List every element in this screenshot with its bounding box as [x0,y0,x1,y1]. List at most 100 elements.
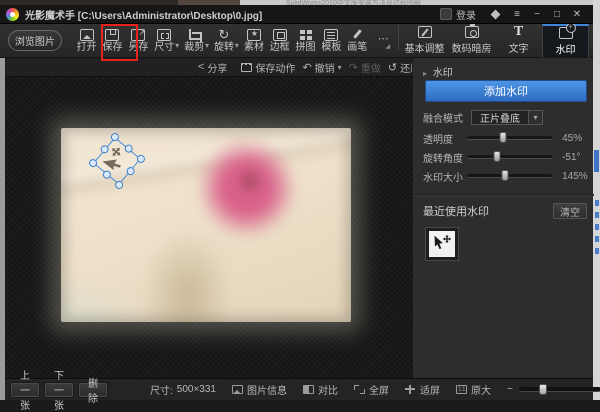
original-size-button[interactable]: 1:1 原大 [456,382,491,397]
compare-button[interactable]: 对比 [303,382,338,397]
background-blue-links [595,200,599,260]
brush-icon [350,29,364,41]
watermark-size-value: 145% [562,170,588,182]
opacity-slider[interactable] [467,132,553,143]
share-button[interactable]: < 分享 [198,60,227,75]
panel-divider [413,194,594,195]
blend-mode-row: 融合模式 正片叠底 ▾ [423,110,543,125]
crop-button[interactable]: 裁剪 [181,25,207,57]
minimize-button[interactable]: − [527,9,547,20]
canvas-area[interactable] [0,77,412,378]
login-button[interactable]: 登录 [440,7,476,22]
collapse-triangle-icon[interactable]: ▸ [423,69,427,78]
undo-icon: ↶ [302,61,312,74]
rotation-row: 旋转角度 -51° [423,150,591,165]
more-tools-button[interactable]: ⋯ [370,25,396,57]
material-icon [246,28,261,41]
tab-basic-adjust[interactable]: 基本调整 [401,24,448,58]
watermark-size-slider[interactable] [467,170,553,181]
background-blue-icon [594,150,599,172]
add-watermark-button[interactable]: 添加水印 [425,80,587,102]
rotation-value: -51° [562,151,581,163]
opacity-row: 透明度 45% [423,131,591,146]
tab-text[interactable]: T 文字 [495,24,542,58]
zoom-slider-knob[interactable] [539,384,548,395]
camera-icon [464,24,479,38]
original-size-icon: 1:1 [456,385,467,394]
close-button[interactable]: ✕ [567,9,587,20]
resize-button[interactable]: 尺寸 [151,25,177,57]
background-window-right [593,0,600,400]
fullscreen-button[interactable]: 全屏 [354,382,389,397]
image-size-readout: 尺寸: 500×331 [150,384,216,397]
save-action-button[interactable]: 保存动作 [241,60,295,75]
watermark-size-slider-knob[interactable] [501,170,509,181]
opacity-label: 透明度 [423,134,453,146]
save-action-icon [241,62,253,72]
template-button[interactable]: 模板 [318,25,344,57]
redo-button[interactable]: ↷ 重做 [349,60,381,75]
undo-button[interactable]: ↶ 撤销 ▾ [302,60,341,75]
recent-watermark-thumbnail[interactable] [425,227,459,261]
clear-button[interactable]: 清空 [553,203,587,219]
action-bar: < 分享 保存动作 ↶ 撤销 ▾ ↷ 重做 ↺ 还原 [0,58,420,77]
collage-button[interactable]: 拼图 [293,25,319,57]
window-title: 光影魔术手 [C:\Users\Administrator\Desktop\0.… [25,10,263,22]
edit-tabs: 基本调整 数码暗房 T 文字 水印 [396,23,590,58]
open-button[interactable]: 打开 [74,25,100,57]
background-window-left [0,58,5,400]
app-logo-icon [6,7,19,21]
fit-screen-button[interactable]: 适屏 [405,382,440,397]
tab-digital-darkroom[interactable]: 数码暗房 [448,24,495,58]
cursor-move-icon [432,234,452,254]
opacity-slider-knob[interactable] [499,132,507,143]
browse-images-button[interactable]: 浏览图片 [8,30,62,51]
skin-icon[interactable] [490,9,501,19]
compare-icon [303,385,314,394]
crop-icon [187,28,203,42]
fullscreen-icon [354,385,365,394]
delete-image-button[interactable]: 删除 [78,379,108,405]
opacity-value: 45% [562,132,583,144]
zoom-slider-track[interactable] [518,384,600,395]
redo-icon: ↷ [348,61,358,74]
recent-watermarks-label: 最近使用水印 [423,206,489,218]
blend-mode-select[interactable]: 正片叠底 [471,110,529,125]
recent-watermarks-row: 最近使用水印 清空 [423,203,587,219]
tab-watermark[interactable]: 水印 [542,23,590,58]
fit-screen-icon [405,385,416,394]
rotation-slider-knob[interactable] [493,151,501,162]
main-menu-icon[interactable]: ≡ [507,9,527,20]
blend-mode-caret[interactable]: ▾ [529,110,543,125]
image-info-icon [232,385,243,394]
border-icon [272,28,287,41]
status-bar: 上一张 下一张 删除 尺寸:500×331 图片信息 对比 全屏 适屏 1:1 … [0,371,600,412]
more-icon: ⋯ [376,33,391,51]
image-info-button[interactable]: 图片信息 [232,382,287,397]
previous-image-button[interactable]: 上一张 [10,371,40,412]
brush-button[interactable]: 画笔 [344,25,370,57]
text-icon: T [513,24,524,39]
watermark-panel: ▸ 水印 添加水印 融合模式 正片叠底 ▾ 透明度 45% 旋转角度 -51° … [412,58,594,378]
border-button[interactable]: 边框 [267,25,293,57]
rotate-button[interactable]: ↻ 旋转 [211,25,237,57]
material-button[interactable]: 素材 [241,25,267,57]
collage-icon [299,29,313,41]
rotate-icon: ↻ [218,26,230,42]
template-icon [324,28,339,41]
open-icon [79,28,94,41]
size-row: 水印大小 145% [423,169,591,184]
basic-adjust-icon [417,26,432,38]
next-image-button[interactable]: 下一张 [44,371,74,412]
undo-dropdown-caret[interactable]: ▾ [338,63,342,72]
watermark-size-label: 水印大小 [423,172,463,184]
main-toolbar: 浏览图片 打开 保存 另存 尺寸 ▾ 裁剪 ▾ ↻ 旋转 ▾ 素材 边框 拼图 … [0,23,593,58]
maximize-button[interactable]: □ [547,9,567,20]
titlebar: 光影魔术手 [C:\Users\Administrator\Desktop\0.… [0,5,593,24]
zoom-control: − + [507,384,600,395]
rotation-slider[interactable] [467,151,553,162]
thumbnail-image [429,231,455,257]
zoom-out-button[interactable]: − [507,384,513,395]
blend-mode-label: 融合模式 [423,114,463,125]
share-icon: < [198,61,205,73]
